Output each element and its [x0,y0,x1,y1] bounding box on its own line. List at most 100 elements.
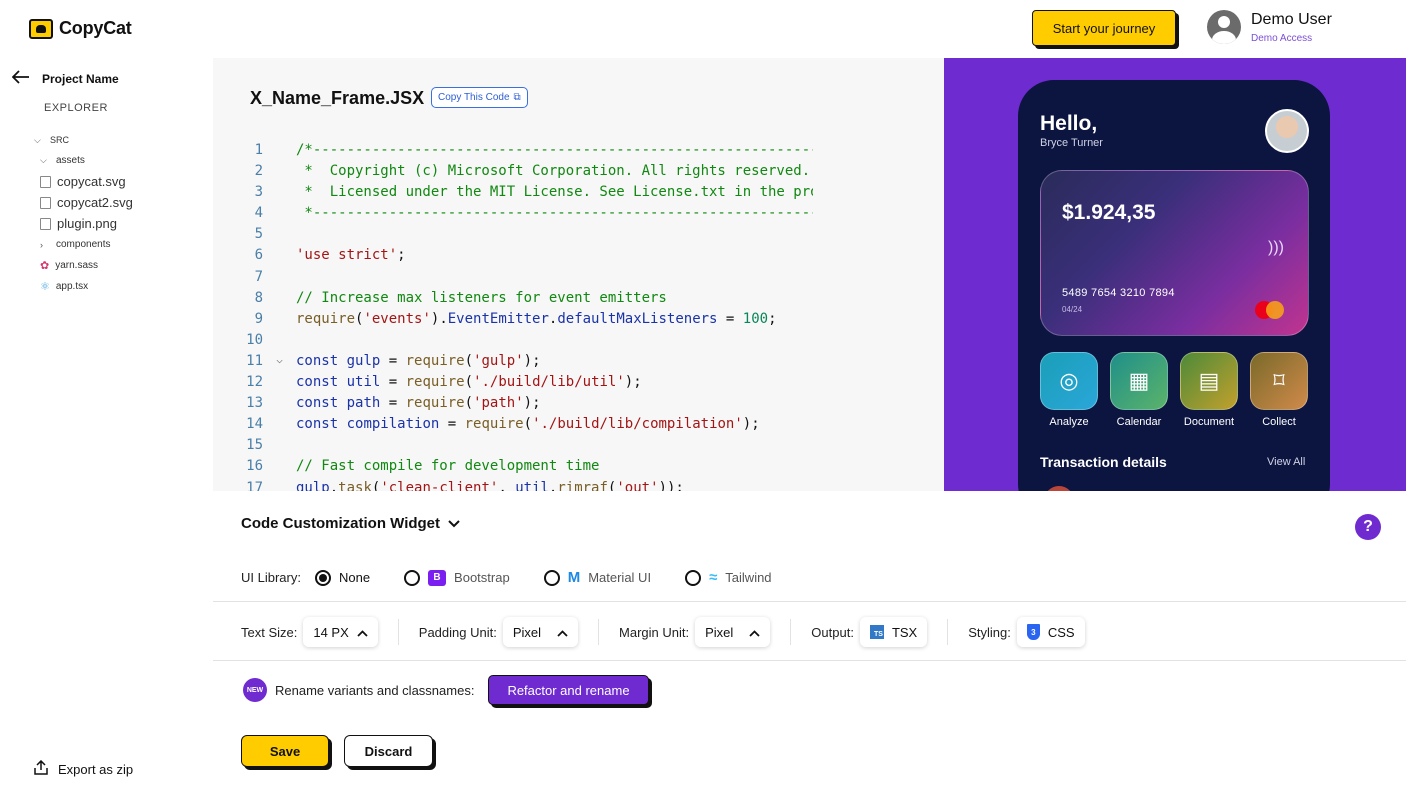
avatar [1207,10,1241,44]
ui-option-bootstrap[interactable]: B Bootstrap [404,569,510,586]
css-icon: 3 [1026,624,1040,640]
tree-file[interactable]: plugin.png [34,213,204,234]
project-header: Project Name [11,70,119,87]
file-icon [40,196,51,209]
app-name: CopyCat [59,18,132,38]
chevron-up-icon [749,625,760,640]
output-select[interactable]: TS TSX [859,617,928,647]
chevron-up-icon [557,625,568,640]
quick-actions: ◎ Analyze ▦ Calendar ▤ Document ⌑ Collec… [1040,352,1308,428]
widget-title[interactable]: Code Customization Widget [241,515,460,532]
sidebar: Project Name EXPLORER ⌵ SRC ⌵ assets cop… [0,58,213,788]
file-icon [40,175,51,188]
text-size-select[interactable]: 14 PX [303,617,378,647]
file-name: X_Name_Frame.JSX [250,88,425,108]
copy-icon: ⧉ [513,92,521,103]
fold-chevron-icon[interactable]: ⌵ [263,353,296,374]
tree-file[interactable]: ⚛ app.tsx [34,276,204,297]
action-calendar: ▦ Calendar [1110,352,1168,428]
export-zip-button[interactable]: Export as zip [34,759,134,778]
export-label: Export as zip [58,761,134,777]
action-document: ▤ Document [1180,352,1238,428]
divider [947,619,949,645]
user-menu[interactable]: Demo User Demo Access [1207,10,1332,44]
text-size-label: Text Size: [241,624,298,640]
sass-icon: ✿ [40,260,50,272]
card-expiry: 04/24 [1062,305,1083,314]
tree-folder-assets[interactable]: ⌵ assets [34,150,204,171]
greeting-user: Bryce Turner [1040,137,1103,149]
back-arrow-icon[interactable] [11,70,30,87]
code-view[interactable]: 1/*-------------------------------------… [213,142,813,491]
padding-unit-label: Padding Unit: [418,624,497,640]
greeting: Hello, [1040,112,1098,135]
styling-select[interactable]: 3 CSS [1016,617,1085,647]
divider [397,619,399,645]
user-name: Demo User [1251,10,1332,28]
padding-unit-select[interactable]: Pixel [502,617,579,647]
project-name: Project Name [42,71,119,86]
user-access-level: Demo Access [1251,32,1313,44]
mastercard-icon [1255,301,1285,319]
top-bar: CopyCat Start your journey Demo User Dem… [0,0,1406,58]
chevron-up-icon [357,625,368,640]
refactor-rename-button[interactable]: Refactor and rename [488,675,649,705]
bookmark-icon: ⌑ [1250,352,1308,410]
save-button[interactable]: Save [241,735,329,767]
ui-option-none[interactable]: None [314,569,370,586]
calendar-icon: ▦ [1110,352,1168,410]
divider [790,619,792,645]
bootstrap-icon: B [428,569,447,586]
copy-code-button[interactable]: Copy This Code ⧉ [431,87,528,108]
chevron-right-icon: › [40,239,43,250]
tree-folder-src[interactable]: ⌵ SRC [34,130,204,150]
chevron-down-icon: ⌵ [34,134,41,145]
design-preview: Hello, Bryce Turner $1.924,35 ))) 5489 7… [944,58,1406,491]
target-icon: ◎ [1040,352,1098,410]
document-icon: ▤ [1180,352,1238,410]
radio[interactable] [543,569,560,586]
ui-library-row: UI Library: None B Bootstrap M Material … [241,569,772,586]
tree-file[interactable]: copycat.svg [34,171,204,192]
typescript-icon: TS [869,625,884,639]
margin-unit-select[interactable]: Pixel [695,617,771,647]
phone-mockup: Hello, Bryce Turner $1.924,35 ))) 5489 7… [1018,80,1330,491]
action-collect: ⌑ Collect [1250,352,1308,428]
new-badge: NEW [243,678,267,702]
tree-folder-components[interactable]: › components [34,234,204,255]
cat-logo-icon [29,18,53,39]
material-ui-icon: M [567,569,581,586]
tree-file[interactable]: ✿ yarn.sass [34,255,204,276]
customization-widget: Code Customization Widget ? UI Library: … [213,491,1406,788]
logo[interactable]: CopyCat [29,18,132,39]
radio[interactable] [685,569,702,586]
divider [213,660,1406,661]
styling-label: Styling: [968,624,1011,640]
explorer-label: EXPLORER [44,102,108,114]
card-number: 5489 7654 3210 7894 [1062,287,1175,299]
export-icon [34,759,48,778]
code-editor: X_Name_Frame.JSX Copy This Code ⧉ 1/*---… [213,58,944,491]
react-icon: ⚛ [40,281,50,293]
help-icon[interactable]: ? [1355,514,1381,540]
radio-selected[interactable] [314,569,331,586]
card-balance: $1.924,35 [1062,201,1156,224]
discard-button[interactable]: Discard [344,735,433,767]
transactions-title: Transaction details [1040,454,1167,470]
image-file-icon [40,217,51,230]
rename-label: Rename variants and classnames: [275,682,475,698]
start-journey-button[interactable]: Start your journey [1032,10,1176,46]
avatar [1265,109,1309,153]
chevron-down-icon: ⌵ [40,155,47,165]
divider [598,619,600,645]
contactless-icon: ))) [1268,239,1284,256]
action-analyze: ◎ Analyze [1040,352,1098,428]
options-row: Text Size: 14 PX Padding Unit: Pixel Mar… [241,617,1085,647]
margin-unit-label: Margin Unit: [619,624,690,640]
radio[interactable] [404,569,421,586]
tree-file[interactable]: copycat2.svg [34,192,204,213]
chevron-down-icon [448,515,460,532]
ui-option-material[interactable]: M Material UI [543,569,651,586]
ui-option-tailwind[interactable]: ≈ Tailwind [685,569,772,586]
tailwind-icon: ≈ [709,569,718,586]
